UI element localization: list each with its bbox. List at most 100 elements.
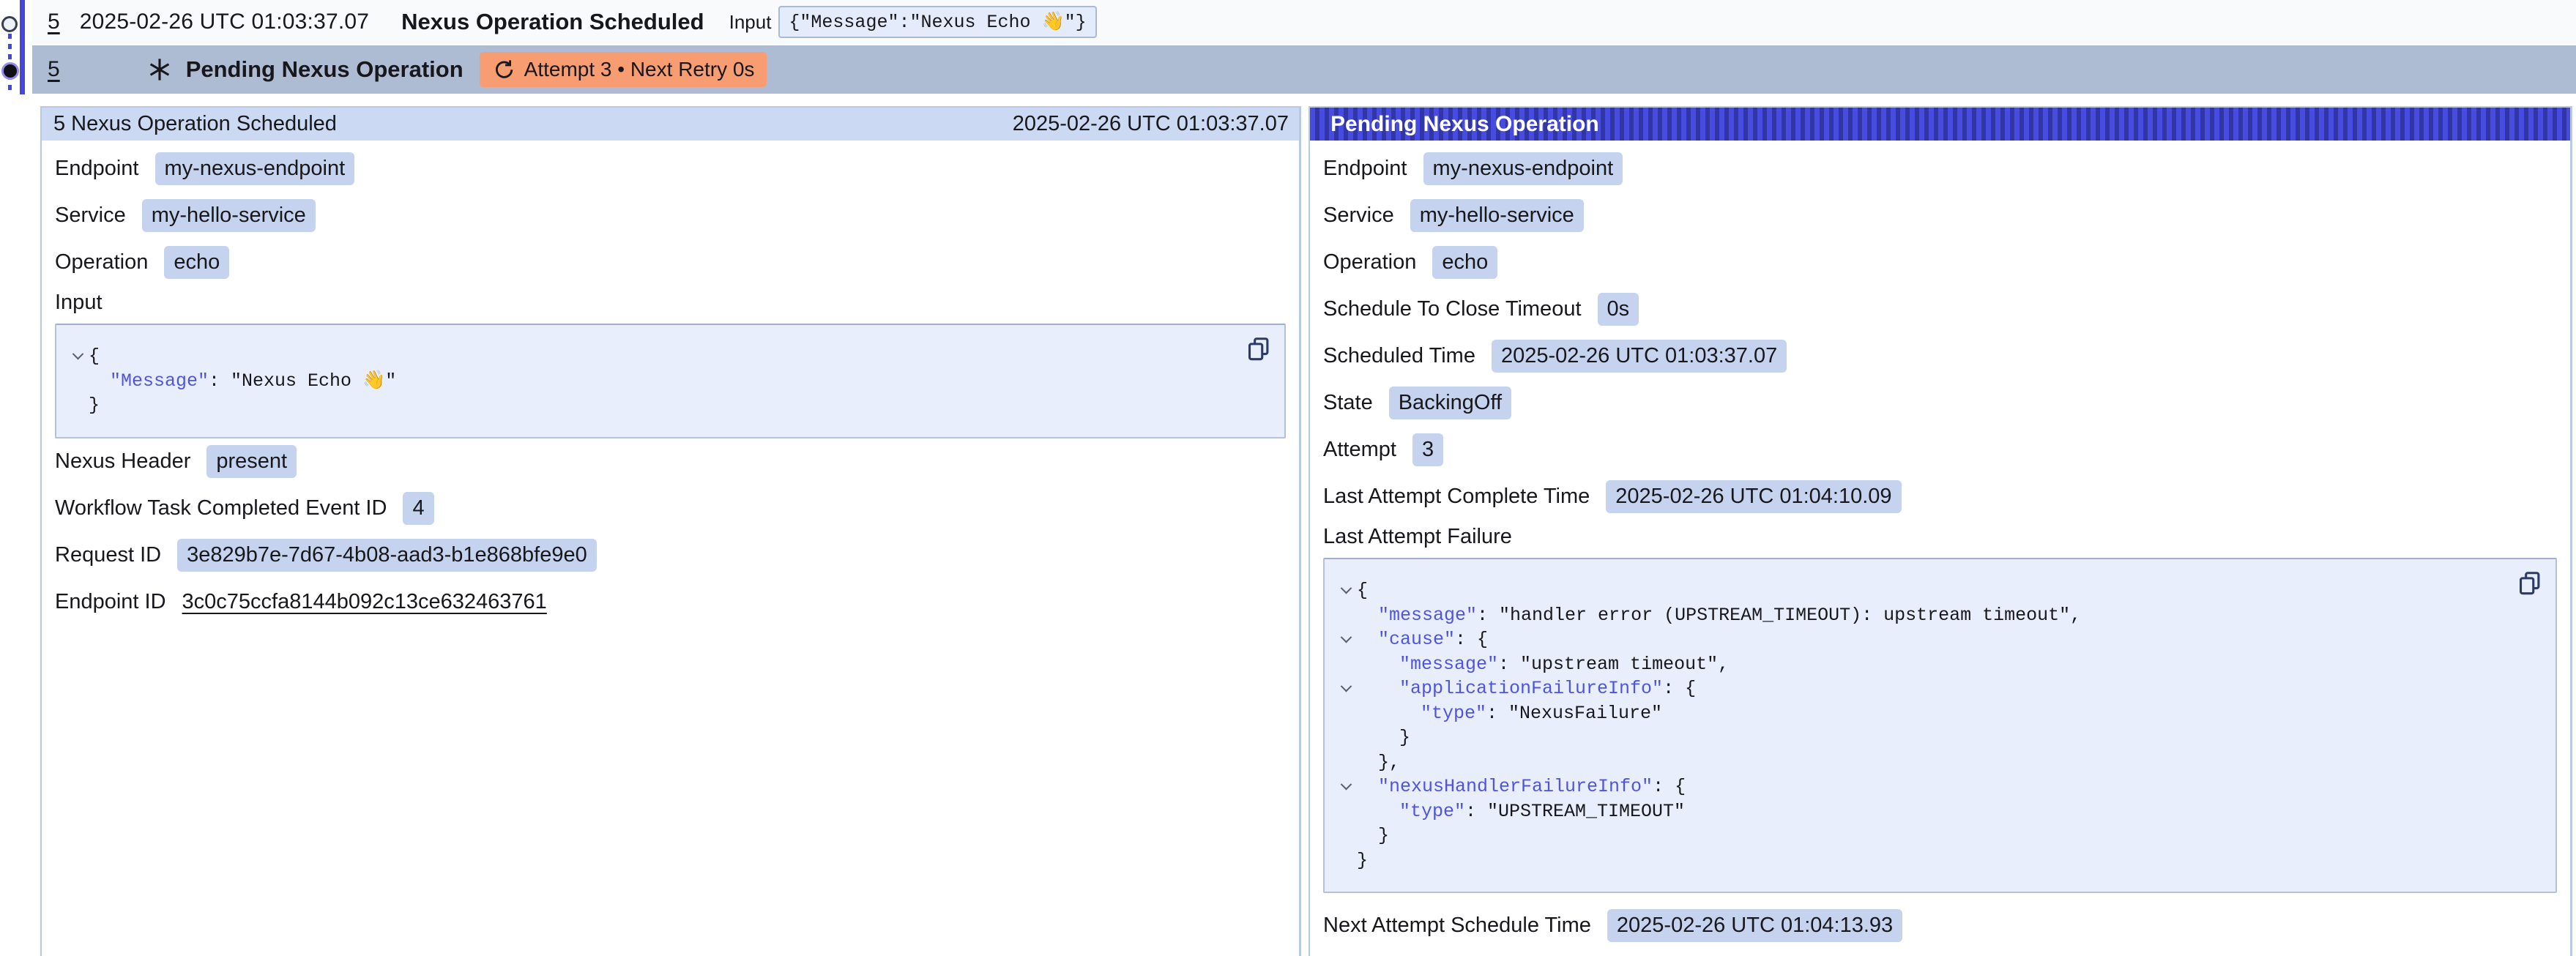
field-label: Attempt bbox=[1323, 438, 1396, 462]
field-row-endpoint: Endpointmy-nexus-endpoint bbox=[1323, 145, 2557, 192]
field-label: Next Attempt Schedule Time bbox=[1323, 914, 1591, 938]
json-key: "applicationFailureInfo" bbox=[1399, 678, 1663, 699]
field-row-schedule-to-close-timeout: Schedule To Close Timeout 0s bbox=[1323, 285, 2557, 332]
collapse-chevron-icon[interactable] bbox=[72, 348, 83, 360]
field-label: Service bbox=[1323, 203, 1394, 228]
field-label: Operation bbox=[55, 250, 148, 275]
json-key: "type" bbox=[1399, 801, 1465, 822]
field-row-operation: Operation echo bbox=[1323, 239, 2557, 285]
timeline-accent-bar bbox=[20, 0, 25, 94]
input-section-label: Input bbox=[55, 288, 1286, 318]
field-value-chip: my-nexus-endpoint bbox=[155, 152, 355, 185]
json-key: "message" bbox=[1378, 605, 1477, 626]
field-row-service: Service my-hello-service bbox=[1323, 192, 2557, 239]
field-value-chip: 2025-02-26 UTC 01:04:10.09 bbox=[1606, 480, 1901, 513]
json-line: "nexusHandlerFailureInfo": { bbox=[1335, 774, 2541, 799]
field-row-attempt: Attempt 3 bbox=[1323, 426, 2557, 473]
json-line: }, bbox=[1335, 750, 2541, 775]
field-row-next-attempt-schedule-time: Next Attempt Schedule Time2025-02-26 UTC… bbox=[1323, 902, 2557, 949]
field-row-scheduled-time: Scheduled Time 2025-02-26 UTC 01:03:37.07 bbox=[1323, 332, 2557, 379]
json-line: } bbox=[1335, 824, 2541, 848]
field-label: State bbox=[1323, 391, 1373, 415]
collapse-chevron-icon[interactable] bbox=[1340, 632, 1352, 643]
field-label: Schedule To Close Timeout bbox=[1323, 297, 1582, 321]
field-row-request-id: Request ID 3e829b7e-7d67-4b08-aad3-b1e868… bbox=[55, 532, 1286, 579]
field-row-last-attempt-complete-time: Last Attempt Complete Time 2025-02-26 UTC… bbox=[1323, 473, 2557, 520]
json-line: { bbox=[67, 344, 1270, 369]
pending-asterisk-icon bbox=[146, 56, 173, 83]
event-detail-header: 5 Nexus Operation Scheduled 2025-02-26 U… bbox=[42, 108, 1299, 141]
json-key: "nexusHandlerFailureInfo" bbox=[1378, 776, 1653, 797]
timeline-event-dot-icon bbox=[1, 16, 18, 32]
history-row-event[interactable]: 5 2025-02-26 UTC 01:03:37.07 Nexus Opera… bbox=[32, 0, 2576, 44]
copy-icon[interactable] bbox=[1245, 335, 1273, 363]
pending-detail-panel: Pending Nexus Operation Endpointmy-nexus… bbox=[1309, 106, 2572, 956]
history-row-pending[interactable]: 5 Pending Nexus Operation Attempt 3 • Ne… bbox=[32, 45, 2576, 94]
failure-json-block: {"message": "handler error (UPSTREAM_TIM… bbox=[1323, 558, 2557, 893]
json-key: "Message" bbox=[110, 370, 209, 392]
json-line: "message": "handler error (UPSTREAM_TIME… bbox=[1335, 603, 2541, 628]
field-label: Nexus Header bbox=[55, 449, 190, 474]
field-label: Request ID bbox=[55, 543, 161, 567]
json-line: } bbox=[1335, 848, 2541, 873]
event-input-label: Input bbox=[729, 11, 772, 34]
json-line: "type": "UPSTREAM_TIMEOUT" bbox=[1335, 799, 2541, 824]
field-row-workflow-task-completed-event-id: Workflow Task Completed Event ID 4 bbox=[55, 485, 1286, 532]
field-label: Operation bbox=[1323, 250, 1416, 275]
timeline-pending-dot-icon bbox=[1, 62, 19, 80]
field-label: Workflow Task Completed Event ID bbox=[55, 496, 387, 520]
field-row-nexus-header: Nexus Header present bbox=[55, 438, 1286, 485]
json-line: "applicationFailureInfo": { bbox=[1335, 676, 2541, 701]
event-detail-title: 5 Nexus Operation Scheduled bbox=[53, 112, 337, 136]
field-value-chip: echo bbox=[1432, 246, 1497, 279]
json-key: "cause" bbox=[1378, 629, 1455, 650]
pending-detail-header: Pending Nexus Operation bbox=[1310, 108, 2570, 141]
json-line: "cause": { bbox=[1335, 627, 2541, 652]
input-json-block: {"Message": "Nexus Echo 👋"} bbox=[55, 324, 1286, 438]
field-label: Endpoint bbox=[55, 157, 139, 181]
field-label: Last Attempt Complete Time bbox=[1323, 485, 1590, 509]
field-row-state: State BackingOff bbox=[1323, 379, 2557, 426]
json-line: "message": "upstream timeout", bbox=[1335, 652, 2541, 677]
field-value-chip: my-hello-service bbox=[1410, 199, 1584, 232]
field-value-chip: 0s bbox=[1598, 293, 1639, 326]
failure-section-label: Last Attempt Failure bbox=[1323, 523, 2557, 552]
json-key: "message" bbox=[1399, 654, 1498, 675]
json-line: "Message": "Nexus Echo 👋" bbox=[67, 369, 1270, 394]
field-label: Service bbox=[55, 203, 126, 228]
endpoint-id-link[interactable]: 3c0c75ccfa8144b092c13ce632463761 bbox=[182, 590, 547, 614]
collapse-chevron-icon[interactable] bbox=[1340, 681, 1352, 692]
field-value-chip: echo bbox=[164, 246, 229, 279]
field-value-chip: my-hello-service bbox=[142, 199, 316, 232]
field-row-endpoint: Endpoint my-nexus-endpoint bbox=[55, 145, 1286, 192]
event-detail-time: 2025-02-26 UTC 01:03:37.07 bbox=[1013, 112, 1289, 136]
field-label: Endpoint ID bbox=[55, 590, 166, 614]
event-id-link[interactable]: 5 bbox=[48, 10, 60, 34]
json-key: "type" bbox=[1421, 703, 1486, 724]
json-line: } bbox=[1335, 725, 2541, 750]
pending-title: Pending Nexus Operation bbox=[186, 56, 464, 83]
field-label: Scheduled Time bbox=[1323, 344, 1475, 368]
field-value-chip: 4 bbox=[403, 492, 433, 525]
event-time: 2025-02-26 UTC 01:03:37.07 bbox=[80, 10, 369, 34]
collapse-chevron-icon[interactable] bbox=[1340, 583, 1352, 594]
json-line: } bbox=[67, 393, 1270, 418]
field-row-endpoint-id: Endpoint ID 3c0c75ccfa8144b092c13ce632463… bbox=[55, 579, 1286, 626]
field-value-chip: 3 bbox=[1412, 433, 1443, 466]
retry-badge-label: Attempt 3 • Next Retry 0s bbox=[524, 58, 755, 81]
field-value-chip: 2025-02-26 UTC 01:03:37.07 bbox=[1492, 340, 1787, 373]
retry-badge: Attempt 3 • Next Retry 0s bbox=[480, 52, 767, 87]
field-value-chip: 3e829b7e-7d67-4b08-aad3-b1e868bfe9e0 bbox=[177, 539, 597, 572]
collapse-chevron-icon[interactable] bbox=[1340, 779, 1352, 791]
field-row-service: Service my-hello-service bbox=[55, 192, 1286, 239]
event-detail-panel: 5 Nexus Operation Scheduled 2025-02-26 U… bbox=[40, 106, 1301, 956]
copy-icon[interactable] bbox=[2516, 570, 2544, 597]
retry-icon bbox=[492, 58, 515, 81]
pending-id-link[interactable]: 5 bbox=[48, 57, 60, 82]
field-row-operation: Operation echo bbox=[55, 239, 1286, 285]
event-input-preview-chip: {"Message":"Nexus Echo 👋"} bbox=[778, 6, 1096, 38]
json-line: "type": "NexusFailure" bbox=[1335, 701, 2541, 726]
field-value-chip: BackingOff bbox=[1389, 386, 1511, 419]
field-value-chip: present bbox=[206, 445, 297, 478]
event-title: Nexus Operation Scheduled bbox=[401, 9, 704, 35]
